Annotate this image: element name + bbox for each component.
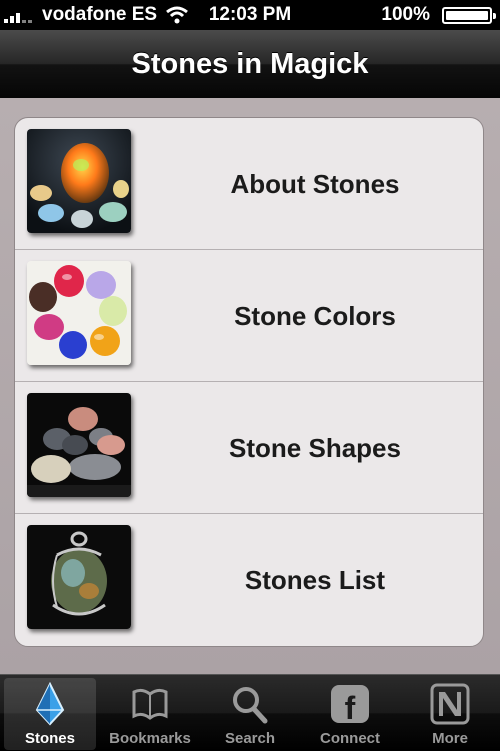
colored-stones-photo [27, 261, 131, 365]
menu-item-label: Stone Shapes [229, 433, 401, 463]
tab-label: More [432, 730, 468, 747]
tab-more[interactable]: More [404, 678, 496, 750]
svg-text:f: f [345, 690, 356, 726]
navigation-bar: Stones in Magick [0, 30, 500, 99]
menu-item-label: Stone Colors [234, 301, 396, 331]
page-title: Stones in Magick [131, 48, 369, 80]
magnifier-icon [233, 687, 268, 724]
crystal-icon [35, 682, 65, 726]
facebook-icon: f [331, 685, 369, 726]
tab-label: Bookmarks [109, 730, 191, 747]
wire-wrapped-pendant-photo [27, 525, 131, 629]
menu-list: About Stones Stone Colors Stone Shapes S… [14, 117, 484, 647]
more-icon [430, 683, 470, 725]
pebbles-photo [27, 393, 131, 497]
menu-item-about-stones[interactable]: About Stones [15, 118, 483, 250]
menu-item-stone-shapes[interactable]: Stone Shapes [15, 382, 483, 514]
battery-icon [442, 7, 496, 24]
battery-percent: 100% [381, 4, 430, 25]
book-icon [132, 688, 168, 720]
main-content: About Stones Stone Colors Stone Shapes S… [0, 98, 500, 674]
tab-connect[interactable]: f Connect [304, 678, 396, 750]
tab-label: Search [224, 730, 276, 747]
menu-item-label: Stones List [244, 565, 386, 595]
tab-bar: Stones Bookmarks Search f Connect More [0, 674, 500, 751]
tab-search[interactable]: Search [204, 678, 296, 750]
menu-item-stones-list[interactable]: Stones List [15, 514, 483, 646]
opal-stones-photo [27, 129, 131, 233]
status-bar: vodafone ES 12:03 PM 100% [0, 0, 500, 30]
tab-bookmarks[interactable]: Bookmarks [104, 678, 196, 750]
tab-label: Stones [24, 730, 75, 747]
menu-item-stone-colors[interactable]: Stone Colors [15, 250, 483, 382]
tab-stones[interactable]: Stones [4, 678, 96, 750]
tab-label: Connect [320, 730, 380, 747]
menu-item-label: About Stones [230, 169, 400, 199]
